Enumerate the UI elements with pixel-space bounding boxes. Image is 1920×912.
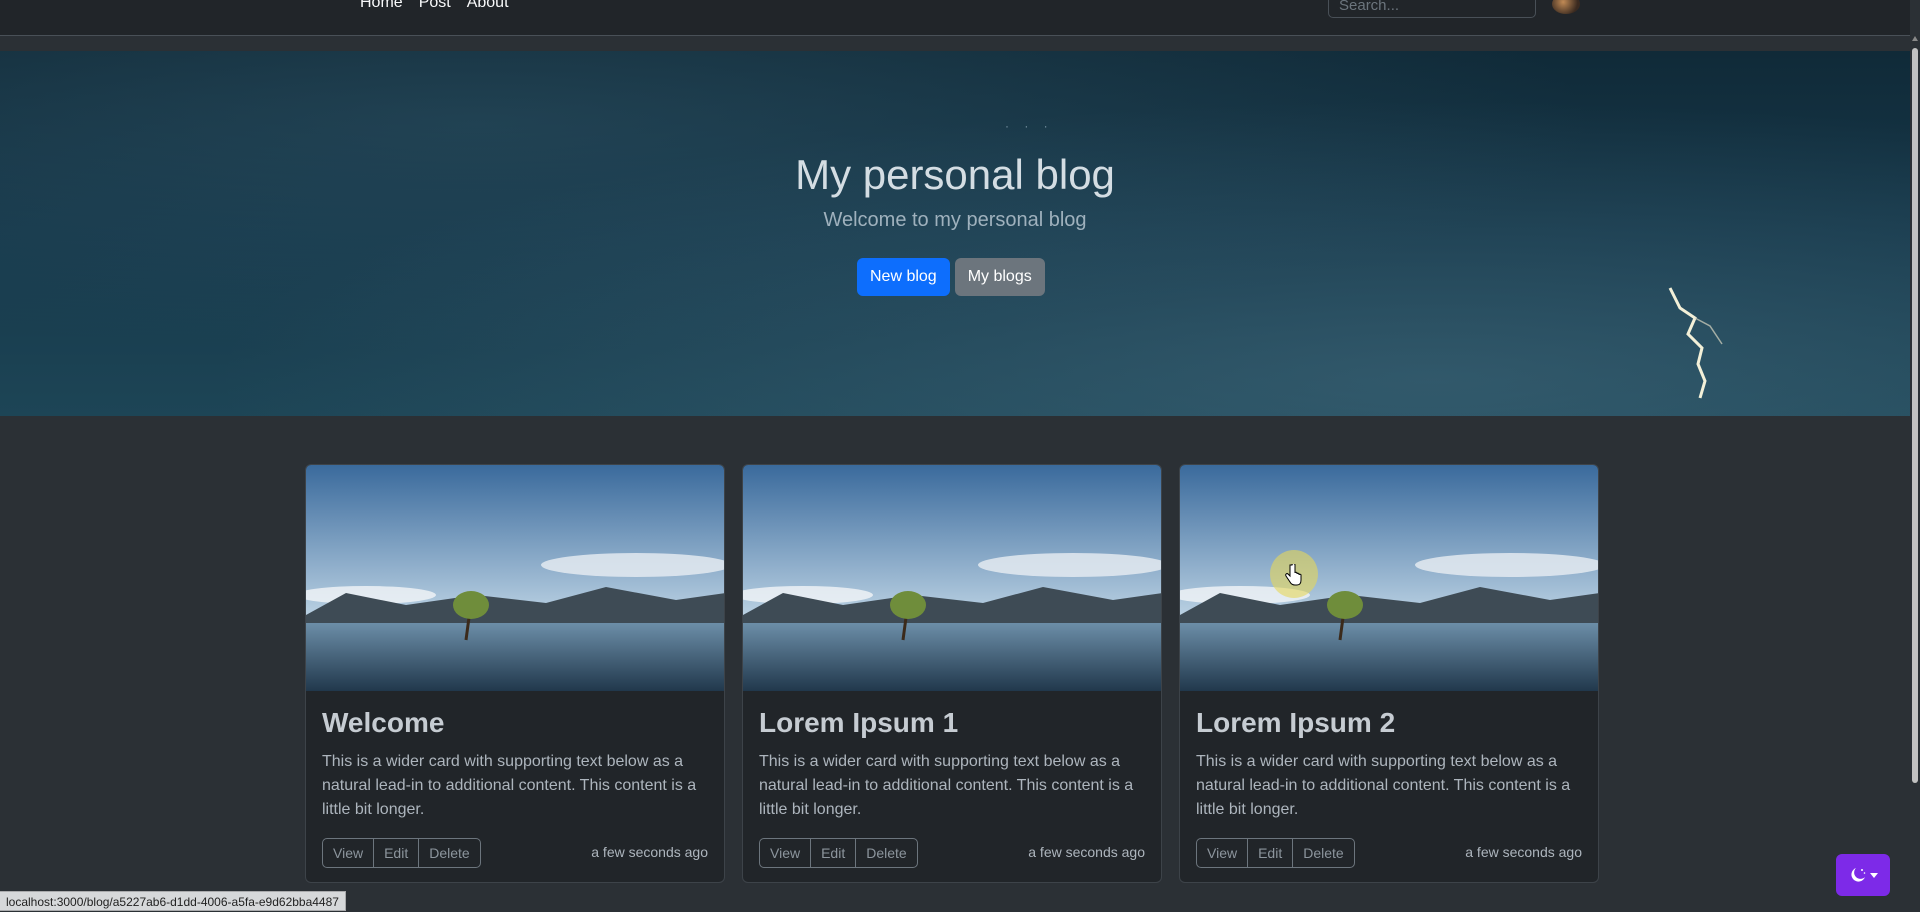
page-scrollbar[interactable] [1910,36,1920,912]
hero-dots: · · · [1005,119,1054,133]
my-blogs-button[interactable]: My blogs [954,258,1045,296]
card-timestamp: a few seconds ago [1465,844,1582,860]
card-text: This is a wider card with supporting tex… [759,753,1134,818]
hero-buttons: New blog My blogs [857,258,1045,296]
scroll-up-arrow[interactable] [1912,36,1918,41]
nav-link-about[interactable]: About [467,0,509,12]
delete-button[interactable]: Delete [856,839,916,867]
card-action-group: View Edit Delete [1196,838,1355,868]
card-text: This is a wider card with supporting tex… [322,753,697,818]
chevron-down-icon [1869,872,1878,878]
delete-button[interactable]: Delete [1293,839,1353,867]
avatar[interactable] [1552,0,1580,14]
view-button[interactable]: View [760,839,812,867]
navbar: Home Post About [0,0,1910,36]
link-status-bar: localhost:3000/blog/a5227ab6-d1dd-4006-a… [0,891,346,911]
delete-button[interactable]: Delete [419,839,479,867]
new-blog-button[interactable]: New blog [857,258,950,296]
nav-link-home[interactable]: Home [360,0,403,12]
hero-title: My personal blog [795,151,1115,198]
theme-toggle-button[interactable] [1836,854,1890,896]
card-timestamp: a few seconds ago [591,844,708,860]
blog-card: Lorem Ipsum 2 This is a wider card with … [1179,464,1599,883]
nav-links: Home Post About [360,0,509,12]
hero-subtitle: Welcome to my personal blog [823,209,1087,231]
scroll-thumb[interactable] [1912,48,1918,783]
blog-card: Lorem Ipsum 1 This is a wider card with … [742,464,1162,883]
card-image[interactable] [1180,465,1599,691]
moon-stars-icon [1850,868,1865,882]
view-button[interactable]: View [323,839,375,867]
card-title: Welcome [322,707,445,738]
lightning-bolt [1668,287,1723,399]
card-image [743,465,1161,691]
edit-button[interactable]: Edit [374,839,420,867]
card-title: Lorem Ipsum 1 [759,707,959,738]
card-timestamp: a few seconds ago [1028,844,1145,860]
card-action-group: View Edit Delete [759,838,918,868]
card-title: Lorem Ipsum 2 [1196,707,1396,738]
search-input[interactable] [1328,0,1536,18]
card-image [306,465,724,691]
card-text: This is a wider card with supporting tex… [1196,753,1571,818]
blog-card-list: Welcome This is a wider card with suppor… [305,464,1599,883]
hand-pointer-icon [1285,564,1302,586]
card-action-group: View Edit Delete [322,838,481,868]
edit-button[interactable]: Edit [811,839,857,867]
hero-banner: · · · My personal blog Welcome to my per… [0,51,1910,416]
blog-card: Welcome This is a wider card with suppor… [305,464,725,883]
edit-button[interactable]: Edit [1248,839,1294,867]
nav-link-post[interactable]: Post [419,0,451,12]
view-button[interactable]: View [1197,839,1249,867]
